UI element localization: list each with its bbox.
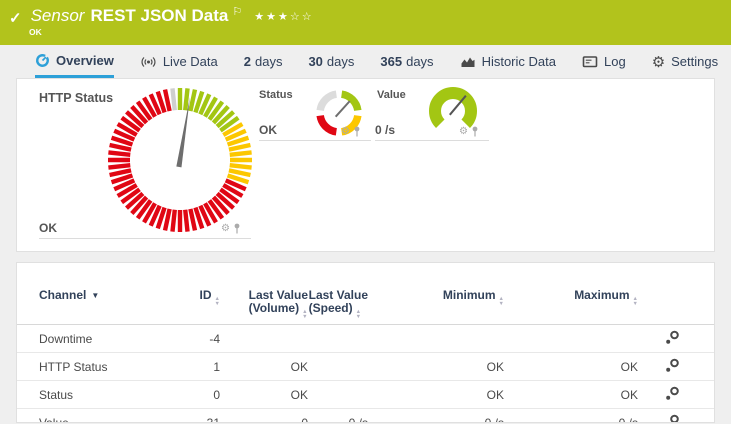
tab-settings[interactable]: ⚙ Settings bbox=[652, 45, 718, 78]
gear-icon[interactable]: ⚙ bbox=[221, 223, 230, 234]
tab-2-days[interactable]: 2 days bbox=[244, 45, 283, 78]
sensor-title-line: ✓ Sensor REST JSON Data ⚐ ★★★☆☆ bbox=[9, 6, 314, 27]
log-icon bbox=[582, 55, 598, 68]
sensor-status-badge: OK bbox=[29, 27, 42, 37]
channel-id: -4 bbox=[209, 331, 220, 346]
panel-title-http-status: HTTP Status bbox=[39, 91, 114, 105]
table-row-status[interactable]: Status 0 OK OK OK bbox=[17, 381, 714, 409]
edit-channel-icon[interactable] bbox=[664, 385, 681, 402]
tab-number: 30 bbox=[308, 54, 323, 69]
tab-number: 2 bbox=[243, 54, 251, 69]
channel-name: HTTP Status bbox=[39, 359, 108, 374]
status-check-icon: ✓ bbox=[9, 10, 22, 27]
edit-channel-icon[interactable] bbox=[664, 413, 681, 422]
divider bbox=[375, 140, 489, 141]
gauge-actions: ⚙ bbox=[341, 126, 361, 137]
tab-live-data[interactable]: Live Data bbox=[140, 45, 218, 78]
sort-icon: ▲ ▼ bbox=[355, 309, 362, 320]
maximum-value: 0 /s bbox=[618, 415, 638, 423]
object-kind-label: Sensor bbox=[30, 6, 85, 25]
minimum-value: OK bbox=[486, 387, 504, 402]
sort-icon: ▲ ▼ bbox=[498, 296, 504, 307]
edit-channel-icon[interactable] bbox=[664, 357, 681, 374]
http-status-gauge bbox=[108, 88, 252, 232]
value-gauge-value: 0 /s bbox=[375, 123, 396, 137]
column-header-minimum[interactable]: Minimum ▲ ▼ bbox=[368, 289, 504, 307]
prtg-sensor-page: { "colors": { "header_bg": "#b2c31c", "a… bbox=[0, 0, 731, 424]
channel-name: Value bbox=[39, 415, 69, 423]
minimum-value: OK bbox=[486, 359, 504, 374]
last-value-speed: 0 /s bbox=[348, 415, 368, 423]
minimum-value: 0 /s bbox=[484, 415, 504, 423]
column-header-id[interactable]: ID ▲ ▼ bbox=[184, 289, 220, 307]
sort-icon: ▲ ▼ bbox=[632, 296, 638, 307]
gauges-panel: HTTP Status OK ⚙ Status OK ⚙ Value 0 /s … bbox=[16, 78, 715, 252]
gauge-actions: ⚙ bbox=[221, 223, 241, 234]
channel-name: Downtime bbox=[39, 331, 93, 346]
tab-number: 365 bbox=[380, 54, 403, 69]
sensor-title: REST JSON Data bbox=[90, 6, 229, 25]
channel-id: 31 bbox=[206, 415, 220, 423]
sort-icon: ▲ ▼ bbox=[302, 309, 308, 320]
channels-table-panel: Channel ▼ ID ▲ ▼ Last Value (Volume) ▲ ▼ Last… bbox=[16, 262, 715, 423]
tab-historic-data[interactable]: Historic Data bbox=[460, 45, 556, 78]
last-value-volume: OK bbox=[290, 359, 308, 374]
maximum-value: OK bbox=[620, 359, 638, 374]
divider bbox=[259, 140, 371, 141]
pin-icon[interactable] bbox=[471, 126, 479, 137]
sort-icon: ▲ ▼ bbox=[214, 296, 220, 307]
channel-id: 0 bbox=[213, 387, 220, 402]
panel-title-status: Status bbox=[259, 89, 293, 101]
tab-label: days bbox=[326, 54, 355, 69]
gear-icon[interactable]: ⚙ bbox=[341, 126, 350, 137]
tab-label: days bbox=[254, 54, 283, 69]
gauge-actions: ⚙ bbox=[459, 126, 479, 137]
area-chart-icon bbox=[460, 55, 476, 69]
flag-icon[interactable]: ⚐ bbox=[232, 5, 242, 18]
channel-name: Status bbox=[39, 387, 74, 402]
tab-label: Live Data bbox=[162, 54, 218, 69]
tab-log[interactable]: Log bbox=[582, 45, 626, 78]
broadcast-icon bbox=[140, 55, 157, 69]
table-row-value[interactable]: Value 31 0 0 /s 0 /s 0 /s bbox=[17, 409, 714, 423]
sort-desc-icon: ▼ bbox=[91, 291, 100, 300]
gear-icon[interactable]: ⚙ bbox=[459, 126, 468, 137]
edit-channel-icon[interactable] bbox=[664, 329, 681, 346]
pin-icon[interactable] bbox=[233, 223, 241, 234]
last-value-volume: 0 bbox=[301, 415, 308, 423]
table-header-row: Channel ▼ ID ▲ ▼ Last Value (Volume) ▲ ▼ Last… bbox=[17, 263, 714, 325]
tab-overview[interactable]: Overview bbox=[35, 45, 114, 78]
gear-icon: ⚙ bbox=[651, 53, 666, 71]
tab-label: Overview bbox=[56, 52, 114, 68]
column-header-last-value-volume[interactable]: Last Value (Volume) ▲ ▼ bbox=[220, 289, 308, 320]
sensor-header: ✓ Sensor REST JSON Data ⚐ ★★★☆☆ OK bbox=[0, 0, 731, 45]
tab-bar: Overview Live Data 2 days 30 days 365 da… bbox=[0, 45, 731, 78]
table-row-http-status[interactable]: HTTP Status 1 OK OK OK bbox=[17, 353, 714, 381]
http-status-gauge-value: OK bbox=[39, 221, 57, 235]
channel-id: 1 bbox=[213, 359, 220, 374]
column-header-channel[interactable]: Channel ▼ bbox=[39, 289, 184, 303]
tab-label: Log bbox=[603, 54, 626, 69]
priority-stars[interactable]: ★★★☆☆ bbox=[254, 10, 313, 23]
tab-label: days bbox=[406, 54, 434, 69]
last-value-volume: OK bbox=[290, 387, 308, 402]
tab-30-days[interactable]: 30 days bbox=[308, 45, 354, 78]
table-row-downtime[interactable]: Downtime -4 bbox=[17, 325, 714, 353]
tab-label: Historic Data bbox=[481, 54, 556, 69]
divider bbox=[39, 238, 251, 239]
gauge-icon bbox=[35, 53, 50, 68]
column-header-maximum[interactable]: Maximum ▲ ▼ bbox=[504, 289, 638, 307]
pin-icon[interactable] bbox=[353, 126, 361, 137]
tab-365-days[interactable]: 365 days bbox=[380, 45, 433, 78]
tab-label: Settings bbox=[671, 54, 719, 69]
column-header-last-value-speed[interactable]: Last Value (Speed) ▲ ▼ bbox=[308, 289, 368, 320]
maximum-value: OK bbox=[620, 387, 638, 402]
panel-title-value: Value bbox=[377, 89, 406, 101]
status-gauge-value: OK bbox=[259, 123, 277, 137]
